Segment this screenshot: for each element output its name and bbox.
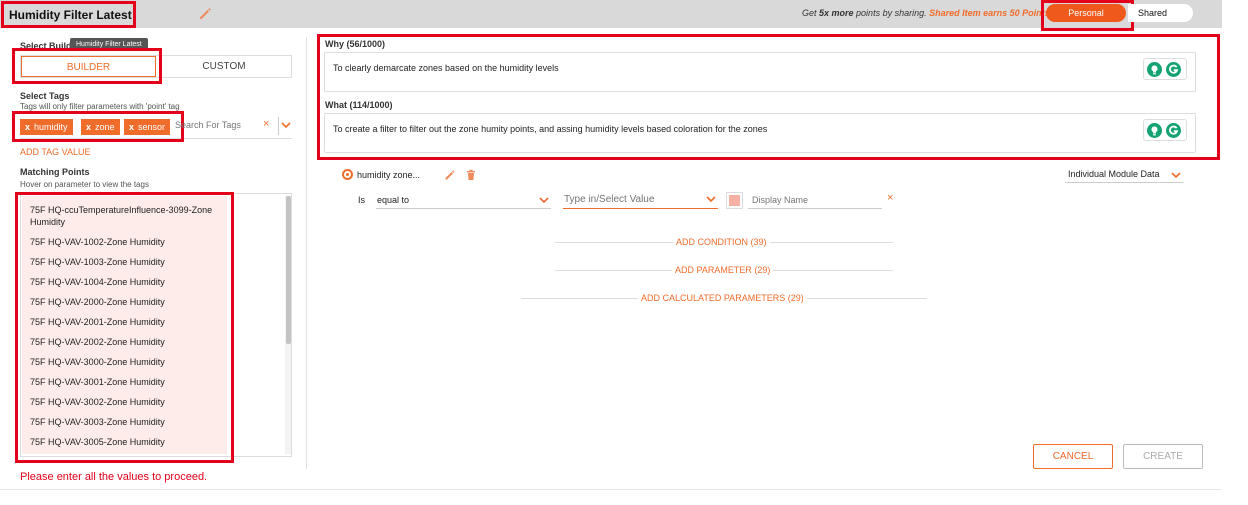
parameter-name[interactable]: humidity zone...	[357, 170, 420, 180]
operator-select[interactable]: equal to	[376, 192, 551, 209]
cancel-button[interactable]: CANCEL	[1033, 444, 1113, 469]
chevron-down-icon[interactable]	[539, 196, 549, 204]
footer-divider	[0, 489, 1222, 490]
display-name-input[interactable]	[748, 192, 882, 209]
clear-tags-icon[interactable]: ×	[263, 118, 269, 130]
add-parameter-link[interactable]: ADD PARAMETER (29)	[672, 265, 774, 275]
is-label: Is	[358, 195, 366, 205]
add-calculated-parameters-link[interactable]: ADD CALCULATED PARAMETERS (29)	[638, 293, 807, 303]
remove-condition-icon[interactable]: ×	[887, 192, 893, 204]
why-what-highlight	[317, 34, 1220, 160]
create-button[interactable]: CREATE	[1123, 444, 1203, 469]
validation-error: Please enter all the values to proceed.	[20, 471, 208, 483]
filter-builder-page: Humidity Filter Latest Get 5x more point…	[0, 0, 1248, 505]
pencil-icon[interactable]	[444, 169, 456, 181]
module-data-select[interactable]: Individual Module Data	[1065, 165, 1183, 183]
points-scrollbar-thumb[interactable]	[286, 196, 291, 344]
chevron-down-icon[interactable]	[1171, 171, 1181, 179]
add-tag-value-link[interactable]: ADD TAG VALUE	[20, 147, 91, 157]
matching-points-label: Matching Points	[20, 167, 90, 177]
value-input[interactable]	[563, 190, 718, 209]
page-title[interactable]: Humidity Filter Latest	[9, 8, 132, 22]
tag-search-input[interactable]	[175, 120, 260, 130]
chevron-down-icon[interactable]	[280, 119, 292, 131]
chevron-down-icon[interactable]	[706, 195, 716, 203]
parameter-radio[interactable]	[342, 169, 353, 180]
add-condition-link[interactable]: ADD CONDITION (39)	[673, 237, 770, 247]
select-tags-label: Select Tags	[20, 91, 70, 101]
tags-hint: Tags will only filter parameters with 'p…	[20, 102, 180, 111]
tags-highlight	[12, 111, 184, 142]
pane-divider	[306, 37, 307, 469]
title-highlight: Humidity Filter Latest	[1, 1, 136, 28]
personal-toggle-button[interactable]: Personal	[1046, 4, 1126, 22]
matching-points-highlight	[15, 192, 234, 463]
color-picker[interactable]	[726, 192, 743, 209]
trash-icon[interactable]	[465, 169, 477, 181]
builder-tab-highlight	[12, 48, 162, 84]
tag-selector-divider	[278, 117, 279, 135]
custom-tab[interactable]: CUSTOM	[157, 56, 291, 77]
share-promo: Get 5x more points by sharing. Shared It…	[802, 8, 1053, 18]
pencil-icon[interactable]	[197, 5, 213, 21]
shared-toggle-button[interactable]: Shared	[1128, 4, 1193, 22]
matching-points-hint: Hover on parameter to view the tags	[20, 180, 149, 189]
